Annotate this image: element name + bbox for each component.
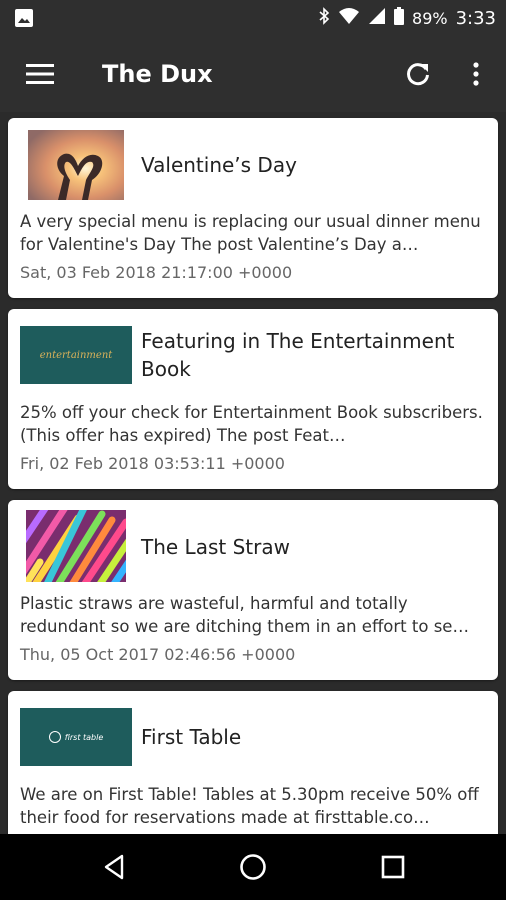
signal-icon bbox=[368, 7, 386, 29]
menu-icon[interactable] bbox=[20, 56, 60, 92]
card-date: Fri, 02 Feb 2018 03:53:11 +0000 bbox=[20, 454, 285, 473]
home-icon[interactable] bbox=[233, 847, 273, 887]
entertainment-thumbnail: entertainment bbox=[20, 326, 132, 384]
clock: 3:33 bbox=[455, 7, 496, 29]
status-right: 89% 3:33 bbox=[318, 0, 496, 36]
wifi-icon bbox=[338, 7, 360, 29]
card-description: A very special menu is replacing our usu… bbox=[20, 212, 481, 254]
entertainment-logo-text: entertainment bbox=[39, 349, 113, 361]
card-title: Valentine’s Day bbox=[141, 153, 297, 177]
card-description: Plastic straws are wasteful, harmful and… bbox=[20, 594, 469, 636]
refresh-icon[interactable] bbox=[398, 54, 438, 94]
card-date: Sat, 03 Feb 2018 21:17:00 +0000 bbox=[20, 263, 293, 282]
first-table-logo-text: first table bbox=[64, 732, 104, 742]
feed-list[interactable]: Valentine’s Day A very special menu is r… bbox=[0, 112, 506, 834]
back-icon[interactable] bbox=[94, 847, 134, 887]
card-description: We are on First Table! Tables at 5.30pm … bbox=[20, 785, 479, 827]
app-title: The Dux bbox=[102, 60, 213, 88]
more-vert-icon[interactable] bbox=[458, 54, 494, 94]
feed-card[interactable]: Valentine’s Day A very special menu is r… bbox=[8, 118, 498, 298]
first-table-logo-icon bbox=[48, 731, 61, 743]
image-icon bbox=[14, 8, 34, 28]
card-title: The Last Straw bbox=[141, 535, 290, 559]
card-description: 25% off your check for Entertainment Boo… bbox=[20, 403, 483, 445]
recents-icon[interactable] bbox=[373, 847, 413, 887]
card-title: Featuring in The Entertainment Book bbox=[141, 329, 455, 381]
card-date: Thu, 05 Oct 2017 02:46:56 +0000 bbox=[20, 645, 296, 664]
bluetooth-icon bbox=[318, 7, 330, 29]
feed-card[interactable]: The Last Straw Plastic straws are wastef… bbox=[8, 500, 498, 680]
valentines-thumbnail bbox=[28, 130, 124, 200]
first-table-thumbnail: first table bbox=[20, 708, 132, 766]
battery-percent: 89% bbox=[412, 8, 448, 28]
battery-icon bbox=[394, 7, 405, 29]
straws-thumbnail bbox=[26, 510, 126, 582]
card-title: First Table bbox=[141, 725, 242, 749]
navigation-bar bbox=[0, 834, 506, 900]
status-bar: 89% 3:33 bbox=[0, 0, 506, 36]
feed-card[interactable]: first table First Table We are on First … bbox=[8, 691, 498, 834]
app-bar: The Dux bbox=[0, 36, 506, 112]
feed-card[interactable]: entertainment Featuring in The Entertain… bbox=[8, 309, 498, 489]
